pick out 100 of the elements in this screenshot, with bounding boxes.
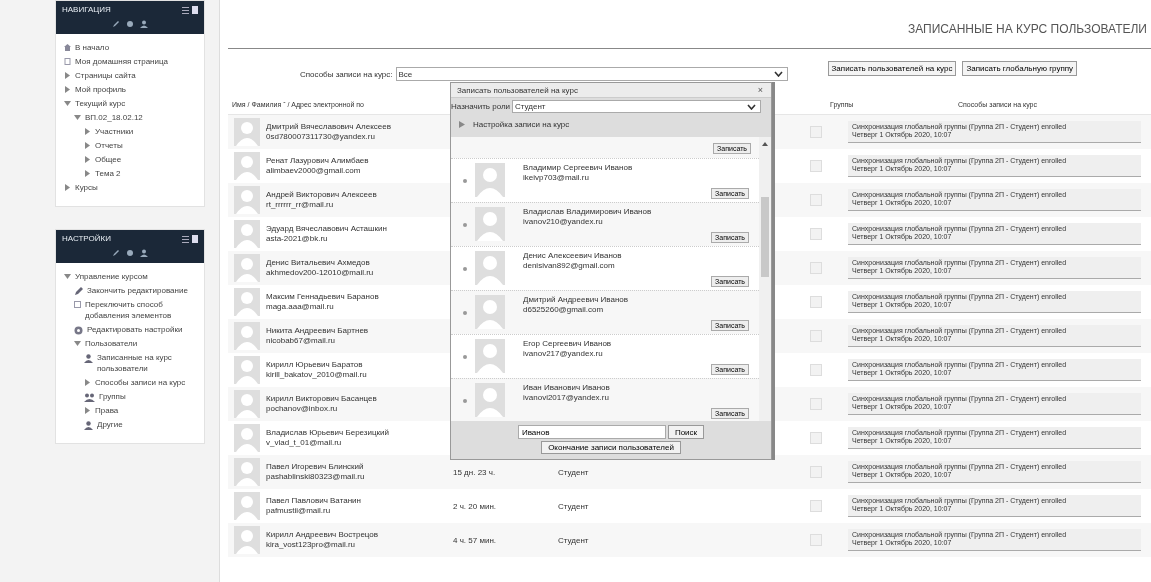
sidebar-link[interactable]: Права <box>95 405 119 416</box>
avatar-icon <box>475 207 505 241</box>
avatar-icon <box>234 424 260 452</box>
user-name-link[interactable]: Владислав Юрьевич Березицкий <box>266 428 389 438</box>
user-name-link[interactable]: Павел Павлович Ватанин <box>266 496 361 506</box>
collapsed-arrow-icon[interactable] <box>64 86 71 93</box>
collapsed-arrow-icon[interactable] <box>459 121 465 128</box>
avatar-icon <box>234 390 260 418</box>
user-email: asta-2021@bk.ru <box>266 234 329 244</box>
avatar-icon <box>234 288 260 316</box>
sidebar-link[interactable]: Переключить способ добавления элементов <box>85 299 200 321</box>
sidebar-link[interactable]: Записанные на курс пользователи <box>97 352 200 374</box>
role-select[interactable]: Студент <box>512 100 761 113</box>
sidebar-link[interactable]: Моя домашняя страница <box>75 56 169 67</box>
close-button[interactable]: × <box>755 85 765 95</box>
user-name-link[interactable]: Эдуард Вячеславович Асташкин <box>266 224 387 234</box>
settings-toggle[interactable]: Настройка записи на курс <box>473 120 570 129</box>
sidebar-link[interactable]: Управление курсом <box>75 271 148 282</box>
avatar-icon <box>475 295 505 329</box>
collapsed-arrow-icon[interactable] <box>64 72 71 79</box>
user-email: 0sd780007311730@yandex.ru <box>266 132 376 142</box>
chevron-down-icon <box>773 71 783 77</box>
user-email: ivanov217@yandex.ru <box>523 349 604 359</box>
user-name-link[interactable]: Дмитрий Вячеславович Алексеев <box>266 122 391 132</box>
collapsed-arrow-icon[interactable] <box>84 156 91 163</box>
sidebar-link[interactable]: Общее <box>95 154 122 165</box>
search-button[interactable]: Поиск <box>667 425 705 439</box>
search-field[interactable]: Иванов <box>517 425 666 439</box>
enrolment-method-select[interactable]: Все <box>395 67 788 81</box>
dock-icon[interactable] <box>182 5 198 14</box>
sidebar-link[interactable]: Отчеты <box>95 140 123 151</box>
role-cell-text: Студент <box>558 501 590 511</box>
sidebar-link[interactable]: В начало <box>75 42 110 53</box>
user-name-link[interactable]: Никита Андреевич Бартнев <box>266 326 369 336</box>
user-name-link[interactable]: Кирилл Андреевич Вострецов <box>266 530 379 540</box>
avatar-icon <box>234 492 260 520</box>
avatar-icon <box>234 220 260 248</box>
user-email: ivanovi2017@yandex.ru <box>523 393 610 403</box>
role-cell-text: Студент <box>558 535 590 545</box>
collapsed-arrow-icon[interactable] <box>84 379 91 386</box>
user-name-link[interactable]: Кирилл Викторович Басанцев <box>266 394 377 404</box>
avatar-icon <box>234 322 260 350</box>
expanded-arrow-icon[interactable] <box>64 100 71 107</box>
avatar-icon <box>234 356 260 384</box>
avatar-icon <box>475 339 505 373</box>
bullet-icon <box>463 179 467 183</box>
sidebar-link[interactable]: Текущий курс <box>75 98 126 109</box>
user-email: alimbaev2000@gmail.com <box>266 166 362 176</box>
avatar-icon <box>234 458 260 486</box>
sidebar-link[interactable]: Редактировать настройки <box>87 324 183 335</box>
user-name-link[interactable]: Ренат Лазурович Алимбаев <box>266 156 369 166</box>
user-name-link[interactable]: Андрей Викторович Алексеев <box>266 190 377 200</box>
sidebar-link[interactable]: Способы записи на курс <box>95 377 186 388</box>
expanded-arrow-icon[interactable] <box>64 273 71 280</box>
collapsed-arrow-icon[interactable] <box>84 142 91 149</box>
user-email: ikeivp703@mail.ru <box>523 173 590 183</box>
sidebar-link[interactable]: ВП.02_18.02.12 <box>85 112 143 123</box>
sidebar-link[interactable]: Тема 2 <box>95 168 121 179</box>
sidebar-link[interactable]: Закончить редактирование <box>87 285 188 296</box>
expanded-arrow-icon[interactable] <box>74 340 81 347</box>
pencil-icon[interactable] <box>112 249 120 257</box>
dock-icon[interactable] <box>182 234 198 243</box>
user-name-link[interactable]: Максим Геннадьевич Баранов <box>266 292 379 302</box>
user-name: Денис Алексеевич Иванов <box>523 251 622 261</box>
person-icon[interactable] <box>140 20 148 28</box>
sidebar-link[interactable]: Мой профиль <box>75 84 126 95</box>
pencil-icon[interactable] <box>112 20 120 28</box>
collapsed-arrow-icon[interactable] <box>84 170 91 177</box>
home-icon <box>64 44 71 51</box>
dialog-title: Записать пользователей на курс <box>457 85 578 95</box>
avatar-icon <box>234 526 260 554</box>
action-button[interactable]: Записать пользователей на курс <box>827 60 957 76</box>
sidebar-link[interactable]: Курсы <box>75 182 98 193</box>
avatar-icon <box>234 118 260 146</box>
user-name-link[interactable]: Денис Витальевич Ахмедов <box>266 258 374 268</box>
user-name-link[interactable]: Павел Игоревич Блинский <box>266 462 365 472</box>
chevron-down-icon <box>747 103 756 110</box>
bullet-icon <box>463 355 467 359</box>
user-name-link[interactable]: Кирилл Юрьевич Баратов <box>266 360 367 370</box>
people-icon <box>84 393 95 402</box>
last-access-cell-text: 2 ч. 20 мин. <box>453 501 497 511</box>
sidebar-link[interactable]: Пользователи <box>85 338 138 349</box>
collapsed-arrow-icon[interactable] <box>84 407 91 414</box>
sidebar-link[interactable]: Группы <box>99 391 126 402</box>
avatar-icon <box>475 251 505 285</box>
expanded-arrow-icon[interactable] <box>74 114 81 121</box>
sidebar-link[interactable]: Другие <box>97 419 123 430</box>
user-email: kira_vost123pro@mail.ru <box>266 540 357 550</box>
action-button[interactable]: Записать глобальную группу <box>962 60 1078 76</box>
sidebar-link[interactable]: Участники <box>95 126 134 137</box>
finish-button[interactable]: Окончание записи пользователей <box>541 441 681 454</box>
collapsed-arrow-icon[interactable] <box>64 184 71 191</box>
person-icon[interactable] <box>140 249 148 257</box>
page-icon <box>64 58 71 65</box>
collapsed-arrow-icon[interactable] <box>84 128 91 135</box>
bullet-icon <box>463 267 467 271</box>
pencil-icon <box>74 287 83 296</box>
scrollbar[interactable] <box>759 137 771 421</box>
sidebar-link[interactable]: Страницы сайта <box>75 70 136 81</box>
avatar-icon <box>234 186 260 214</box>
